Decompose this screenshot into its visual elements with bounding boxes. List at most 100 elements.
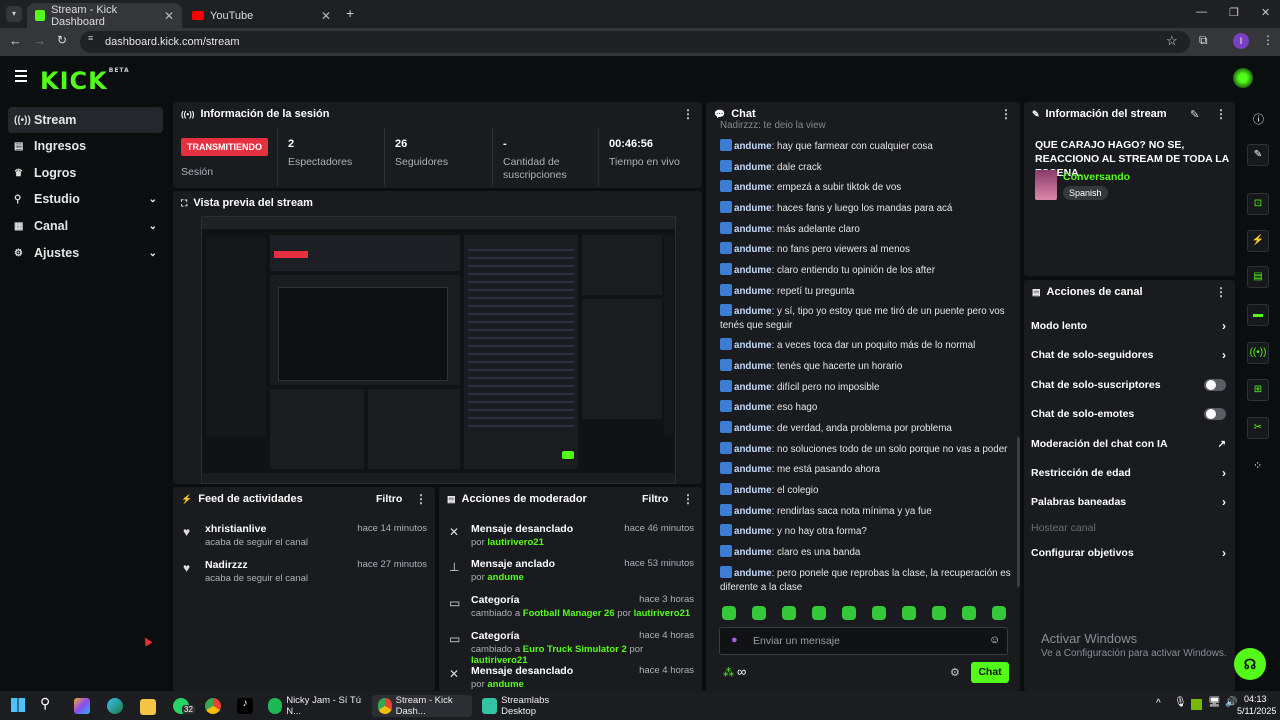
extensions-icon[interactable]: ⧉ xyxy=(1199,33,1208,48)
channel-points-icon[interactable]: ⁂ xyxy=(723,666,734,679)
hamburger-menu-icon[interactable] xyxy=(15,70,27,82)
emote-icon[interactable] xyxy=(872,606,886,620)
filter-button[interactable]: Filtro xyxy=(376,493,402,505)
age-restriction-action[interactable]: Restricción de edad › xyxy=(1031,465,1226,481)
category-name[interactable]: Conversando xyxy=(1063,171,1130,183)
more-options-icon[interactable]: ⋮ xyxy=(682,492,694,506)
search-icon[interactable]: ⚲ xyxy=(40,695,50,712)
apps-icon[interactable]: ⁘ xyxy=(1253,459,1262,472)
emote-icon[interactable] xyxy=(992,606,1006,620)
microphone-icon[interactable]: ● xyxy=(731,634,738,646)
chat-username[interactable]: andume xyxy=(734,244,772,255)
sidebar-item-ingresos[interactable]: ▤ Ingresos xyxy=(8,133,163,159)
emote-icon[interactable] xyxy=(782,606,796,620)
tab-search-button[interactable]: ▾ xyxy=(6,6,22,22)
info-icon[interactable]: ⓘ xyxy=(1253,111,1264,127)
filter-button[interactable]: Filtro xyxy=(642,493,668,505)
file-explorer-icon[interactable] xyxy=(140,699,156,715)
emote-icon[interactable] xyxy=(902,606,916,620)
emoji-icon[interactable]: ☺ xyxy=(989,634,1000,646)
category-thumbnail[interactable] xyxy=(1035,170,1057,200)
layout-button[interactable]: ⊞ xyxy=(1247,379,1269,401)
tiktok-icon[interactable]: ♪ xyxy=(237,698,253,714)
forward-icon[interactable]: → xyxy=(33,33,46,48)
chat-button[interactable]: ▬ xyxy=(1247,304,1269,326)
chat-username[interactable]: andume xyxy=(734,141,772,152)
bookmark-star-icon[interactable]: ☆ xyxy=(1166,33,1178,49)
edit-icon[interactable]: ✎ xyxy=(1190,108,1199,121)
username-link[interactable]: andume xyxy=(487,679,523,690)
chat-username[interactable]: andume xyxy=(734,340,772,351)
emote-icon[interactable] xyxy=(932,606,946,620)
minimize-button[interactable]: — xyxy=(1196,6,1207,18)
subscribers-only-toggle[interactable] xyxy=(1204,379,1226,391)
clock-date[interactable]: 5/11/2025 xyxy=(1237,706,1276,716)
chat-username[interactable]: andume xyxy=(734,547,772,558)
ai-moderation-action[interactable]: Moderación del chat con IA ↗ xyxy=(1031,436,1226,452)
more-options-icon[interactable]: ⋮ xyxy=(1215,285,1227,299)
chat-username[interactable]: andume xyxy=(734,423,772,434)
emote-icon[interactable] xyxy=(812,606,826,620)
reload-icon[interactable]: ↻ xyxy=(57,33,67,47)
chat-scrollbar[interactable] xyxy=(1017,437,1020,587)
taskbar-app-streamlabs[interactable]: Streamlabs Desktop xyxy=(482,695,582,717)
chat-username[interactable]: andume xyxy=(734,162,772,173)
network-icon[interactable]: 🖥 xyxy=(1208,697,1221,708)
chat-username[interactable]: andume xyxy=(734,382,772,393)
chat-username[interactable]: andume xyxy=(734,506,772,517)
chat-username[interactable]: andume xyxy=(734,182,772,193)
chat-username[interactable]: andume xyxy=(734,203,772,214)
edge-icon[interactable] xyxy=(107,698,123,714)
document-button[interactable]: ▤ xyxy=(1247,266,1269,288)
kick-logo[interactable]: KICKBETA xyxy=(40,67,130,95)
configure-goals-action[interactable]: Configurar objetivos › xyxy=(1031,545,1226,561)
site-info-icon[interactable]: ≡ xyxy=(88,33,93,43)
emotes-only-toggle[interactable] xyxy=(1204,408,1226,420)
emote-icon[interactable] xyxy=(842,606,856,620)
clock-time[interactable]: 04:13 xyxy=(1244,694,1267,704)
chat-username[interactable]: andume xyxy=(734,568,772,579)
tray-chevron-icon[interactable]: ^ xyxy=(1156,698,1161,709)
username-link[interactable]: andume xyxy=(487,572,523,583)
tab-kick-dashboard[interactable]: Stream - Kick Dashboard ✕ xyxy=(27,3,182,28)
nvidia-tray-icon[interactable] xyxy=(1191,699,1202,710)
taskbar-app-spotify[interactable]: Nicky Jam - Sí Tú N... xyxy=(268,695,368,717)
close-icon[interactable]: ✕ xyxy=(321,9,331,23)
chat-username[interactable]: andume xyxy=(734,402,772,413)
edit-stream-button[interactable]: ✎ xyxy=(1247,144,1269,166)
broadcast-button[interactable]: ((•)) xyxy=(1247,342,1269,364)
close-icon[interactable]: ✕ xyxy=(164,9,174,23)
copilot-icon[interactable] xyxy=(74,698,90,714)
followers-only-chat-action[interactable]: Chat de solo-seguidores › xyxy=(1031,347,1226,363)
chat-username[interactable]: andume xyxy=(734,464,772,475)
username-link[interactable]: lautirivero21 xyxy=(487,537,544,548)
sidebar-item-estudio[interactable]: ⚲ Estudio ⌄ xyxy=(8,186,163,212)
back-icon[interactable]: ← xyxy=(9,33,22,48)
send-chat-button[interactable]: Chat xyxy=(971,662,1009,683)
slow-mode-action[interactable]: Modo lento › xyxy=(1031,318,1226,334)
mic-tray-icon[interactable]: 🎙 xyxy=(1174,697,1187,708)
support-chat-button[interactable]: ☊ xyxy=(1234,648,1266,680)
sidebar-item-stream[interactable]: ((•)) Stream xyxy=(8,107,163,133)
new-tab-button[interactable]: + xyxy=(346,5,354,21)
chat-username[interactable]: andume xyxy=(734,485,772,496)
chat-username[interactable]: andume xyxy=(734,224,772,235)
taskbar-app-chrome[interactable]: Stream - Kick Dash... xyxy=(372,695,472,717)
stream-preview-video[interactable] xyxy=(201,216,676,484)
feed-item-name[interactable]: Nadirzzz xyxy=(205,559,248,571)
clip-button[interactable]: ⊡ xyxy=(1247,193,1269,215)
restore-button[interactable]: ❐ xyxy=(1229,6,1239,19)
chat-settings-icon[interactable]: ⚙ xyxy=(950,666,960,679)
sidebar-item-ajustes[interactable]: ⚙ Ajustes ⌄ xyxy=(8,240,163,266)
emote-icon[interactable] xyxy=(752,606,766,620)
windows-start-icon[interactable] xyxy=(11,698,25,712)
url-bar[interactable]: dashboard.kick.com/stream xyxy=(80,31,1190,53)
chat-username[interactable]: andume xyxy=(734,361,772,372)
banned-words-action[interactable]: Palabras baneadas › xyxy=(1031,494,1226,510)
emote-icon[interactable] xyxy=(962,606,976,620)
sidebar-item-canal[interactable]: ▦ Canal ⌄ xyxy=(8,213,163,239)
chrome-icon[interactable] xyxy=(205,698,221,714)
chat-username[interactable]: andume xyxy=(734,286,772,297)
more-options-icon[interactable]: ⋮ xyxy=(682,107,694,121)
category-link[interactable]: Football Manager 26 xyxy=(523,608,615,619)
